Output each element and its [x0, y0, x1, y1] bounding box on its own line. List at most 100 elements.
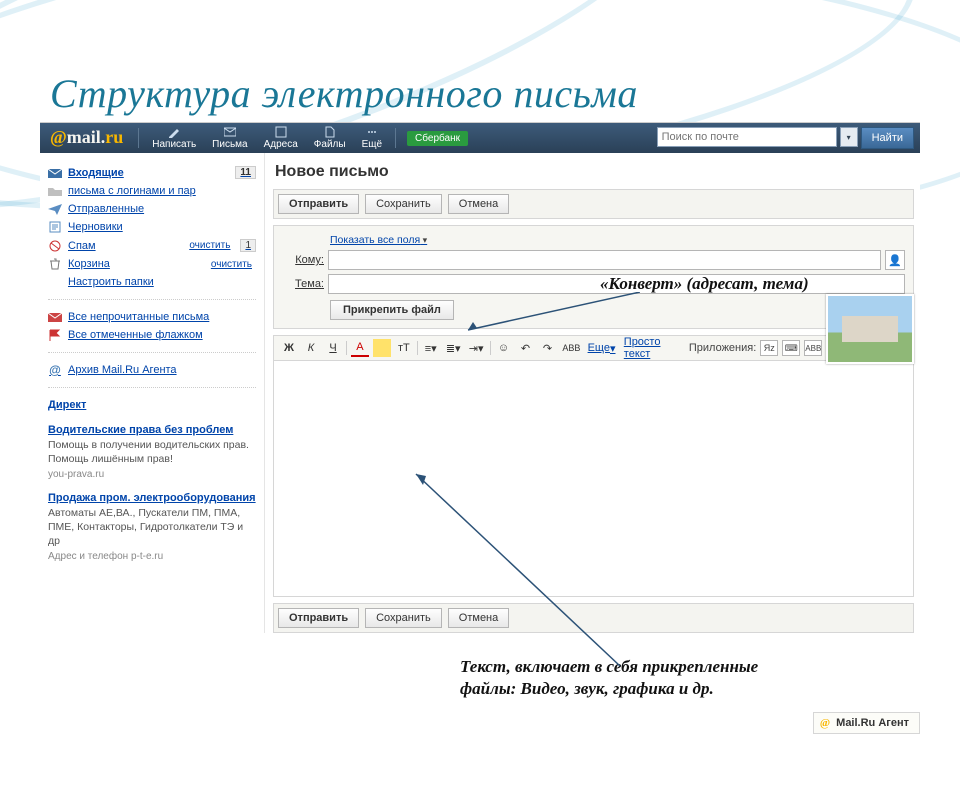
trash-icon	[48, 258, 62, 270]
folder-logins[interactable]: письма с логинами и пар	[48, 182, 256, 200]
agent-archive[interactable]: @ Архив Mail.Ru Агента	[48, 361, 256, 379]
ad-title: Продажа пром. электрооборудования	[48, 492, 256, 504]
flag-icon	[48, 329, 62, 341]
cancel-button[interactable]: Отмена	[448, 194, 509, 214]
attach-button[interactable]: Прикрепить файл	[330, 300, 454, 320]
direct-link[interactable]: Директ	[48, 396, 256, 414]
mailru-logo[interactable]: @mail.ru	[46, 127, 131, 150]
separator	[138, 128, 139, 148]
italic-button[interactable]: К	[302, 339, 320, 357]
subject-input[interactable]	[328, 274, 905, 294]
save-button[interactable]: Сохранить	[365, 608, 442, 628]
list-button[interactable]: ≣▾	[444, 339, 463, 357]
annotation-body: Текст, включает в себя прикрепленные фай…	[460, 656, 780, 700]
dots-icon	[366, 126, 378, 138]
font-color-button[interactable]: А	[351, 339, 369, 357]
link-label: Директ	[48, 399, 256, 411]
search-dropdown[interactable]: ▾	[840, 127, 858, 147]
topbar-files[interactable]: Файлы	[308, 126, 352, 150]
topbar-item-label: Письма	[212, 139, 247, 150]
folder-icon	[48, 185, 62, 197]
clear-link[interactable]: очистить	[211, 259, 252, 270]
folder-sent[interactable]: Отправленные	[48, 200, 256, 218]
header-fields-block: Показать все поля Кому: 👤 Тема: Прикрепи…	[273, 225, 914, 329]
save-button[interactable]: Сохранить	[365, 194, 442, 214]
filter-unread[interactable]: Все непрочитанные письма	[48, 308, 256, 326]
folder-label: Спам	[68, 240, 183, 252]
folder-drafts[interactable]: Черновики	[48, 218, 256, 236]
send-button[interactable]: Отправить	[278, 194, 359, 214]
search-input[interactable]	[657, 127, 837, 147]
folder-label: письма с логинами и пар	[68, 185, 256, 197]
separator	[48, 352, 256, 353]
folder-spam[interactable]: Спам очистить 1	[48, 236, 256, 255]
translit-button[interactable]: Яz	[760, 340, 778, 356]
topbar-compose[interactable]: Написать	[146, 126, 202, 150]
drafts-icon	[48, 221, 62, 233]
folder-inbox[interactable]: Входящие 11	[48, 163, 256, 182]
slide-title: Структура электронного письма	[50, 70, 960, 117]
filter-flagged[interactable]: Все отмеченные флажком	[48, 326, 256, 344]
mailru-agent-bar[interactable]: @ Mail.Ru Агент	[813, 712, 920, 734]
manage-folders[interactable]: Настроить папки	[48, 273, 256, 291]
to-input[interactable]	[328, 250, 881, 270]
abv-button[interactable]: АВВ	[804, 340, 822, 356]
undo-button[interactable]: ↶	[517, 339, 535, 357]
clear-link[interactable]: очистить	[189, 240, 230, 251]
topbar-item-label: Написать	[152, 139, 196, 150]
action-bar-bottom: Отправить Сохранить Отмена	[273, 603, 914, 633]
message-body[interactable]	[273, 361, 914, 597]
separator	[48, 387, 256, 388]
cancel-button[interactable]: Отмена	[448, 608, 509, 628]
underline-button[interactable]: Ч	[324, 339, 342, 357]
ad-block-2[interactable]: Продажа пром. электрооборудования Автома…	[48, 492, 256, 564]
redo-button[interactable]: ↷	[539, 339, 557, 357]
emoji-button[interactable]: ☺	[495, 339, 513, 357]
spam-icon	[48, 240, 62, 252]
separator	[395, 128, 396, 148]
search-button[interactable]: Найти	[861, 127, 914, 149]
separator	[417, 341, 418, 355]
show-all-fields[interactable]: Показать все поля	[330, 234, 427, 246]
topbar-item-label: Ещё	[362, 139, 382, 150]
envelope-icon	[224, 126, 236, 138]
logo-at: @	[50, 127, 67, 147]
font-size-button[interactable]: тТ	[395, 339, 413, 357]
highlight-button[interactable]	[373, 339, 391, 357]
ad-text: Автоматы АЕ,ВА., Пускатели ПМ, ПМА, ПМЕ,…	[48, 506, 256, 549]
bold-button[interactable]: Ж	[280, 339, 298, 357]
ad-block-1[interactable]: Водительские права без проблем Помощь в …	[48, 424, 256, 482]
plain-text-mode[interactable]: Просто текст	[621, 339, 685, 357]
ad-text: Помощь в получении водительских прав. По…	[48, 438, 256, 466]
topbar-more[interactable]: Ещё	[356, 126, 388, 150]
file-icon	[324, 126, 336, 138]
to-row: Кому: 👤	[282, 250, 905, 270]
book-icon	[275, 126, 287, 138]
sberbank-badge[interactable]: Сбербанк	[407, 131, 468, 146]
send-button[interactable]: Отправить	[278, 608, 359, 628]
sidebar: Входящие 11 письма с логинами и пар Отпр…	[40, 153, 265, 633]
envelope-icon	[48, 167, 62, 179]
ad-title: Водительские права без проблем	[48, 424, 256, 436]
folder-label: Корзина	[68, 258, 205, 270]
filter-label: Все непрочитанные письма	[68, 311, 256, 323]
virtual-keyboard-button[interactable]: ⌨	[782, 340, 800, 356]
filter-label: Все отмеченные флажком	[68, 329, 256, 341]
topbar-addresses[interactable]: Адреса	[258, 126, 304, 150]
align-button[interactable]: ≡▾	[422, 339, 440, 357]
folder-label: Входящие	[68, 167, 229, 179]
unread-icon	[48, 311, 62, 323]
count-badge: 11	[235, 166, 256, 179]
address-book-icon[interactable]: 👤	[885, 250, 905, 270]
more-formatting[interactable]: Еще▾	[586, 339, 616, 357]
topbar-item-label: Файлы	[314, 139, 346, 150]
topbar-item-label: Адреса	[264, 139, 298, 150]
ad-source: Адрес и телефон p-t-e.ru	[48, 550, 256, 564]
folder-trash[interactable]: Корзина очистить	[48, 255, 256, 273]
spellcheck-button[interactable]: ABB	[561, 339, 583, 357]
action-bar-top: Отправить Сохранить Отмена	[273, 189, 914, 219]
separator	[346, 341, 347, 355]
topbar-mail[interactable]: Письма	[206, 126, 253, 150]
indent-button[interactable]: ⇥▾	[467, 339, 486, 357]
folder-label: Отправленные	[68, 203, 256, 215]
